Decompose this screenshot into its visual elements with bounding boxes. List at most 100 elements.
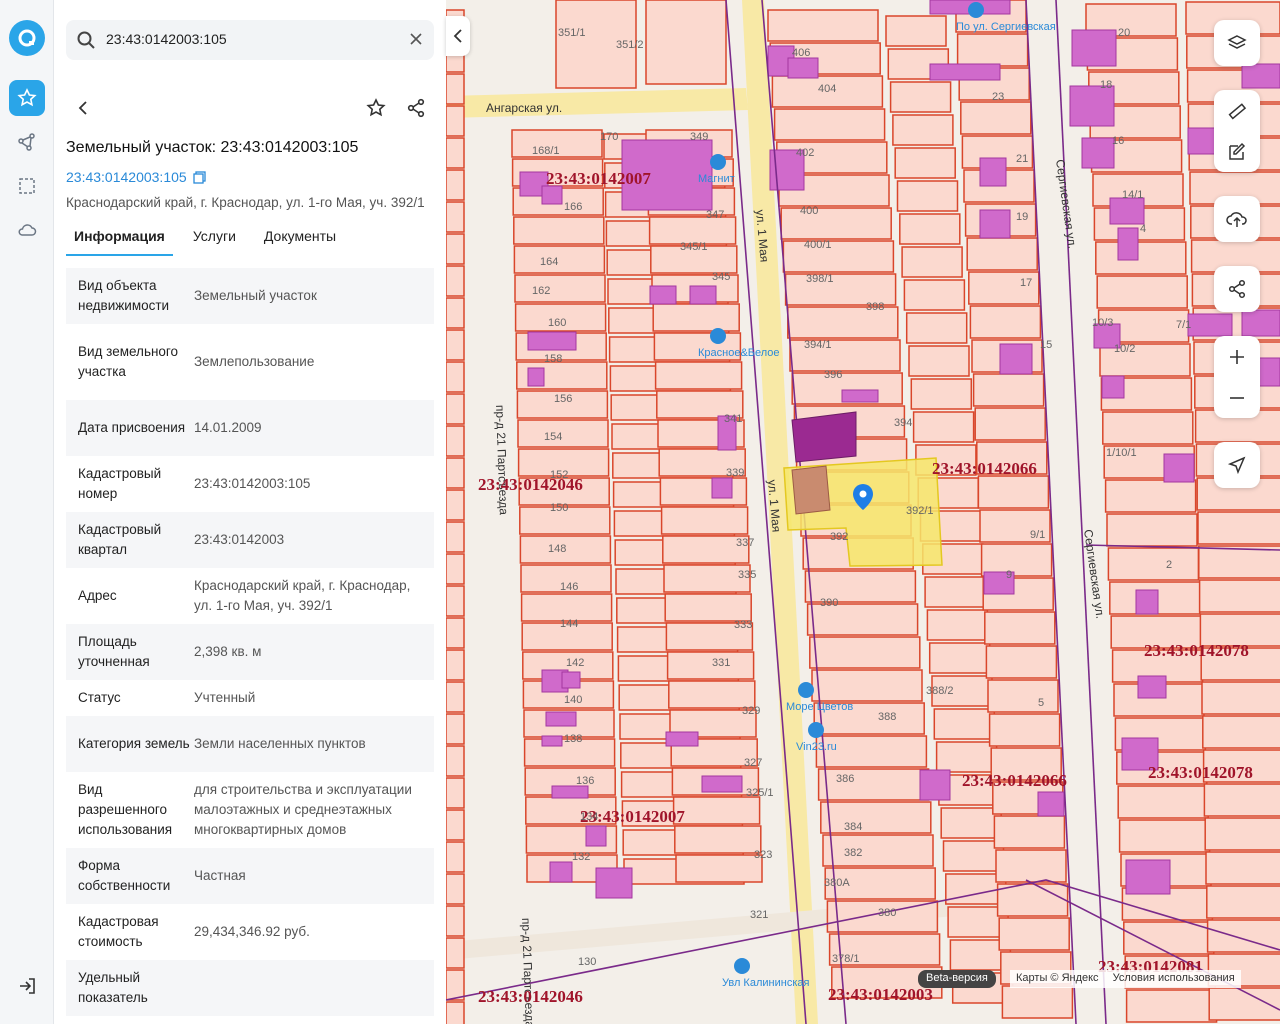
parcel[interactable] xyxy=(446,233,465,265)
poi-icon[interactable] xyxy=(710,328,726,344)
parcel[interactable] xyxy=(933,708,996,740)
collapse-panel-button[interactable] xyxy=(446,16,470,56)
copyright-text[interactable]: Карты © Яндекс xyxy=(1016,972,1099,986)
parcel[interactable] xyxy=(966,237,1038,271)
parcel[interactable] xyxy=(767,9,879,42)
parcel[interactable] xyxy=(993,815,1066,849)
parcel[interactable] xyxy=(514,274,606,303)
parcel[interactable] xyxy=(446,329,465,361)
poi-icon[interactable] xyxy=(808,722,824,738)
parcel[interactable] xyxy=(901,246,963,278)
parcel[interactable] xyxy=(1202,715,1280,749)
parcel[interactable] xyxy=(666,651,755,680)
parcel[interactable] xyxy=(668,680,756,709)
parcel[interactable] xyxy=(446,201,465,233)
parcel[interactable] xyxy=(1205,851,1280,885)
map-share-button[interactable] xyxy=(1214,266,1260,312)
parcel[interactable] xyxy=(675,854,763,883)
parcel[interactable] xyxy=(664,593,752,622)
parcel[interactable] xyxy=(1096,275,1188,309)
parcel[interactable] xyxy=(912,411,975,443)
poi-label[interactable]: Магнит xyxy=(698,173,735,185)
parcel[interactable] xyxy=(652,303,740,332)
parcel[interactable] xyxy=(984,611,1056,645)
route-icon[interactable] xyxy=(9,124,45,160)
terms-link[interactable]: Условия использования xyxy=(1113,972,1235,986)
parcel[interactable] xyxy=(894,147,956,179)
parcel[interactable] xyxy=(446,457,465,489)
parcel[interactable] xyxy=(903,279,966,311)
parcel[interactable] xyxy=(446,841,465,873)
parcel[interactable] xyxy=(995,849,1067,883)
select-area-icon[interactable] xyxy=(9,168,45,204)
parcel[interactable] xyxy=(1106,513,1198,547)
parcel[interactable] xyxy=(520,593,613,622)
cadastral-number-link[interactable]: 23:43:0142003:105 xyxy=(66,169,206,185)
parcel[interactable] xyxy=(446,105,465,137)
parcel[interactable] xyxy=(908,345,970,377)
parcel[interactable] xyxy=(513,216,605,245)
parcel[interactable] xyxy=(1117,785,1209,819)
zoom-in-icon[interactable] xyxy=(1228,348,1246,366)
parcel[interactable] xyxy=(1197,511,1280,545)
ruler-icon[interactable] xyxy=(1227,101,1247,121)
poi-label[interactable]: Vin23.ru xyxy=(796,741,837,753)
search-input[interactable]: 23:43:0142003:105 xyxy=(106,31,227,47)
parcel[interactable] xyxy=(987,679,1059,713)
parcel[interactable] xyxy=(956,33,1029,67)
parcel[interactable] xyxy=(889,81,952,113)
clear-search-icon[interactable] xyxy=(408,31,424,52)
favorites-icon[interactable] xyxy=(9,80,45,116)
parcel[interactable] xyxy=(1201,681,1280,715)
parcel[interactable] xyxy=(446,617,465,649)
search-box[interactable]: 23:43:0142003:105 xyxy=(66,20,434,60)
parcel[interactable] xyxy=(974,407,1046,441)
parcel[interactable] xyxy=(446,297,465,329)
parcel[interactable] xyxy=(969,305,1042,339)
zoom-out-icon[interactable] xyxy=(1228,389,1246,407)
parcel[interactable] xyxy=(1001,985,1074,1019)
parcel[interactable] xyxy=(809,636,921,669)
poi-icon[interactable] xyxy=(968,2,984,18)
parcel[interactable] xyxy=(446,809,465,841)
parcel[interactable] xyxy=(654,361,743,390)
layers-button[interactable] xyxy=(1214,20,1260,66)
parcel[interactable] xyxy=(977,475,1050,509)
parcel[interactable] xyxy=(446,873,465,905)
parcel[interactable] xyxy=(446,585,465,617)
parcel[interactable] xyxy=(446,969,465,1001)
parcel[interactable] xyxy=(998,917,1070,951)
parcel[interactable] xyxy=(446,681,465,713)
parcel[interactable] xyxy=(988,713,1061,747)
parcel[interactable] xyxy=(517,419,609,448)
poi-label[interactable]: Море Цветов xyxy=(786,701,853,713)
parcel[interactable] xyxy=(928,642,991,674)
parcel[interactable] xyxy=(885,15,947,47)
parcel[interactable] xyxy=(980,543,1053,577)
parcel[interactable] xyxy=(446,905,465,937)
cadastral-map[interactable]: Ангарская ул.ул. 1 Маяул. 1 МаяСергиевск… xyxy=(446,0,1280,1024)
parcel[interactable] xyxy=(780,207,892,240)
parcel[interactable] xyxy=(910,378,973,410)
copy-icon[interactable] xyxy=(193,170,206,184)
tab-information[interactable]: Информация xyxy=(66,220,173,256)
parcel[interactable] xyxy=(446,649,465,681)
edit-icon[interactable] xyxy=(1227,142,1247,162)
parcel[interactable] xyxy=(660,506,749,535)
parcel[interactable] xyxy=(446,137,465,169)
map-view[interactable]: Ангарская ул. ул. 1 Мая ул. 1 Мая Сергиевск… xyxy=(446,0,1280,1024)
parcel[interactable] xyxy=(446,489,465,521)
parcel[interactable] xyxy=(674,825,762,854)
parcel[interactable] xyxy=(960,101,1032,135)
poi-label[interactable]: Увл Калининская xyxy=(722,977,809,989)
parcel[interactable] xyxy=(972,373,1045,407)
back-button[interactable] xyxy=(68,92,100,124)
parcel[interactable] xyxy=(1204,817,1280,851)
add-to-favorites-button[interactable] xyxy=(360,92,392,124)
poi-label[interactable]: Красное&Белое xyxy=(698,347,780,359)
share-button[interactable] xyxy=(400,92,432,124)
parcel[interactable] xyxy=(892,114,954,146)
app-logo-icon[interactable] xyxy=(9,20,45,56)
parcel[interactable] xyxy=(1125,989,1218,1023)
parcel[interactable] xyxy=(446,553,465,585)
